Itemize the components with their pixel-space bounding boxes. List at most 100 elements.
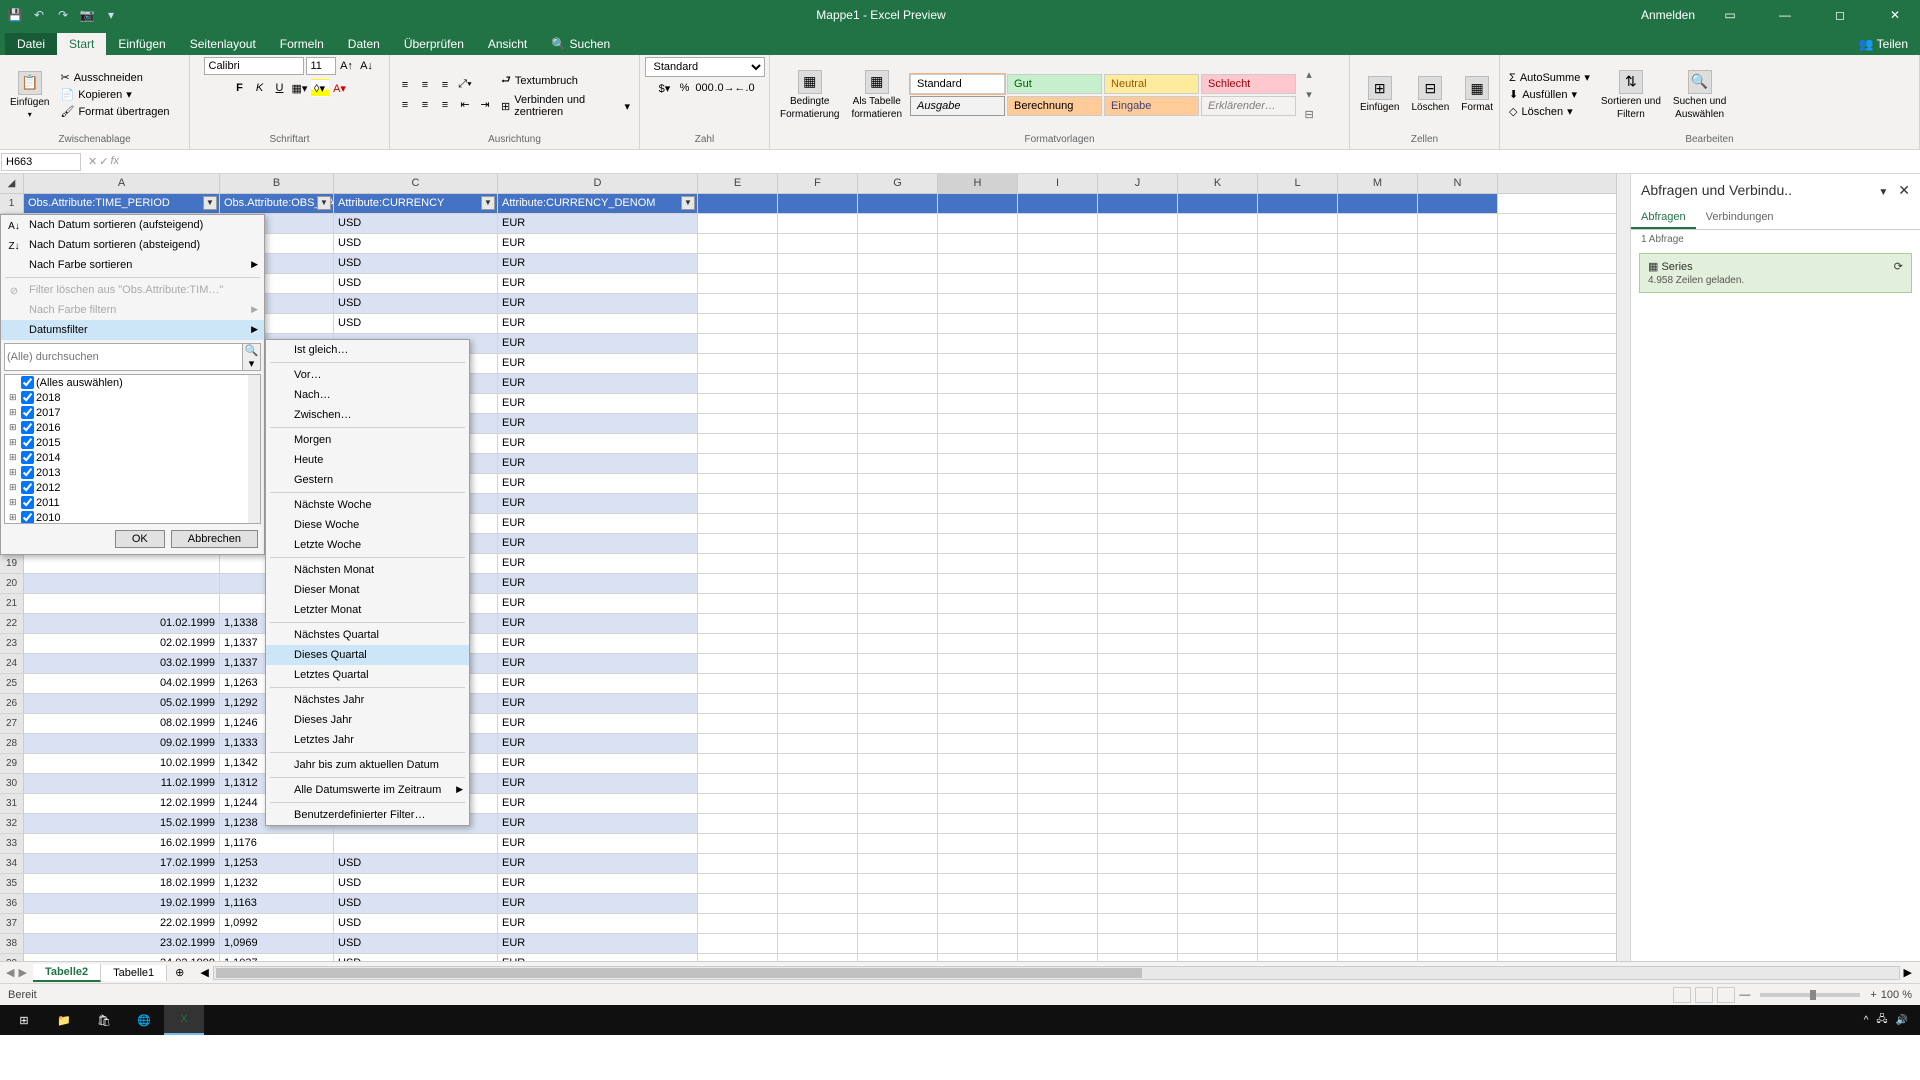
row-header[interactable]: 37 [0, 914, 24, 933]
next-week-item[interactable]: Nächste Woche [266, 495, 469, 515]
next-month-item[interactable]: Nächsten Monat [266, 560, 469, 580]
cell[interactable]: USD [334, 954, 498, 961]
cell[interactable] [1258, 834, 1338, 853]
cell[interactable] [1018, 854, 1098, 873]
cell[interactable] [698, 714, 778, 733]
checkbox[interactable] [21, 376, 34, 389]
last-week-item[interactable]: Letzte Woche [266, 535, 469, 555]
cell[interactable] [1178, 354, 1258, 373]
last-year-item[interactable]: Letztes Jahr [266, 730, 469, 750]
cell[interactable] [1338, 574, 1418, 593]
cell[interactable] [698, 354, 778, 373]
cell[interactable] [938, 694, 1018, 713]
cell[interactable] [698, 854, 778, 873]
last-quarter-item[interactable]: Letztes Quartal [266, 665, 469, 685]
cell[interactable] [1018, 274, 1098, 293]
cell[interactable] [1258, 314, 1338, 333]
cell[interactable]: EUR [498, 814, 698, 833]
cell[interactable]: 10.02.1999 [24, 754, 220, 773]
cell[interactable]: EUR [498, 574, 698, 593]
select-all-corner[interactable]: ◢ [0, 174, 24, 193]
cell[interactable] [698, 234, 778, 253]
cell[interactable] [1418, 454, 1498, 473]
col-header-l[interactable]: L [1258, 174, 1338, 193]
cell[interactable] [1338, 414, 1418, 433]
row-header[interactable]: 29 [0, 754, 24, 773]
cell[interactable] [1418, 914, 1498, 933]
cell[interactable] [1418, 354, 1498, 373]
cell[interactable] [858, 354, 938, 373]
cell[interactable]: 08.02.1999 [24, 714, 220, 733]
cell[interactable] [778, 654, 858, 673]
cell[interactable] [1178, 394, 1258, 413]
cell[interactable]: EUR [498, 934, 698, 953]
cell[interactable] [938, 574, 1018, 593]
cell[interactable] [778, 394, 858, 413]
panel-tab-connections[interactable]: Verbindungen [1696, 207, 1784, 229]
tree-year-item[interactable]: ⊞ 2017 [5, 405, 260, 420]
row-header[interactable]: 21 [0, 594, 24, 613]
font-name-select[interactable] [204, 57, 304, 75]
cell[interactable] [938, 654, 1018, 673]
cell[interactable] [1338, 954, 1418, 961]
cell[interactable] [858, 854, 938, 873]
cell[interactable] [1098, 674, 1178, 693]
cell[interactable] [938, 914, 1018, 933]
close-icon[interactable]: ✕ [1875, 8, 1915, 22]
view-normal-icon[interactable] [1673, 987, 1691, 1003]
cell[interactable] [1098, 474, 1178, 493]
cell[interactable] [1338, 614, 1418, 633]
cell[interactable] [1178, 594, 1258, 613]
cell[interactable] [938, 194, 1018, 213]
cell[interactable] [1098, 454, 1178, 473]
sort-filter-button[interactable]: ⇅Sortieren undFiltern [1597, 68, 1665, 122]
cell[interactable] [778, 814, 858, 833]
expand-icon[interactable]: ⊞ [9, 452, 19, 463]
row-header[interactable]: 39 [0, 954, 24, 961]
cell[interactable] [938, 714, 1018, 733]
qat-more-icon[interactable]: ▾ [101, 5, 121, 25]
cell[interactable] [698, 914, 778, 933]
sort-desc-item[interactable]: Z↓Nach Datum sortieren (absteigend) [1, 235, 264, 255]
cell[interactable] [1338, 774, 1418, 793]
cell[interactable] [1338, 254, 1418, 273]
this-month-item[interactable]: Dieser Monat [266, 580, 469, 600]
cell[interactable] [938, 294, 1018, 313]
cell[interactable] [778, 854, 858, 873]
cell[interactable] [858, 634, 938, 653]
cell[interactable] [1418, 854, 1498, 873]
cell[interactable] [1418, 794, 1498, 813]
cell[interactable] [1098, 754, 1178, 773]
tree-select-all[interactable]: (Alles auswählen) [5, 375, 260, 390]
this-week-item[interactable]: Diese Woche [266, 515, 469, 535]
hscroll-right-icon[interactable]: ▶ [1900, 966, 1916, 979]
tray-network-icon[interactable]: 🖧 [1876, 1012, 1887, 1029]
cell[interactable]: 1,1037 [220, 954, 334, 961]
cell[interactable] [1418, 494, 1498, 513]
cell[interactable]: 02.02.1999 [24, 634, 220, 653]
row-header[interactable]: 30 [0, 774, 24, 793]
cell[interactable] [1338, 894, 1418, 913]
cell[interactable] [698, 794, 778, 813]
cell[interactable]: EUR [498, 434, 698, 453]
cell[interactable]: USD [334, 894, 498, 913]
cell[interactable] [1178, 694, 1258, 713]
cell[interactable] [858, 534, 938, 553]
cell[interactable] [938, 934, 1018, 953]
accept-formula-icon[interactable]: ✓ [99, 155, 108, 168]
cell[interactable] [1418, 554, 1498, 573]
style-neutral[interactable]: Neutral [1104, 74, 1199, 94]
cell[interactable] [698, 294, 778, 313]
cell[interactable] [1018, 934, 1098, 953]
yesterday-item[interactable]: Gestern [266, 470, 469, 490]
cell[interactable]: USD [334, 934, 498, 953]
table-header-c[interactable]: Attribute:CURRENCY▼ [334, 194, 498, 213]
tree-scrollbar[interactable] [248, 375, 260, 523]
cell[interactable]: 01.02.1999 [24, 614, 220, 633]
cell[interactable] [1338, 394, 1418, 413]
cell[interactable] [1338, 594, 1418, 613]
cell[interactable] [1258, 774, 1338, 793]
cell[interactable]: EUR [498, 614, 698, 633]
cell[interactable] [1098, 574, 1178, 593]
cell[interactable] [698, 654, 778, 673]
